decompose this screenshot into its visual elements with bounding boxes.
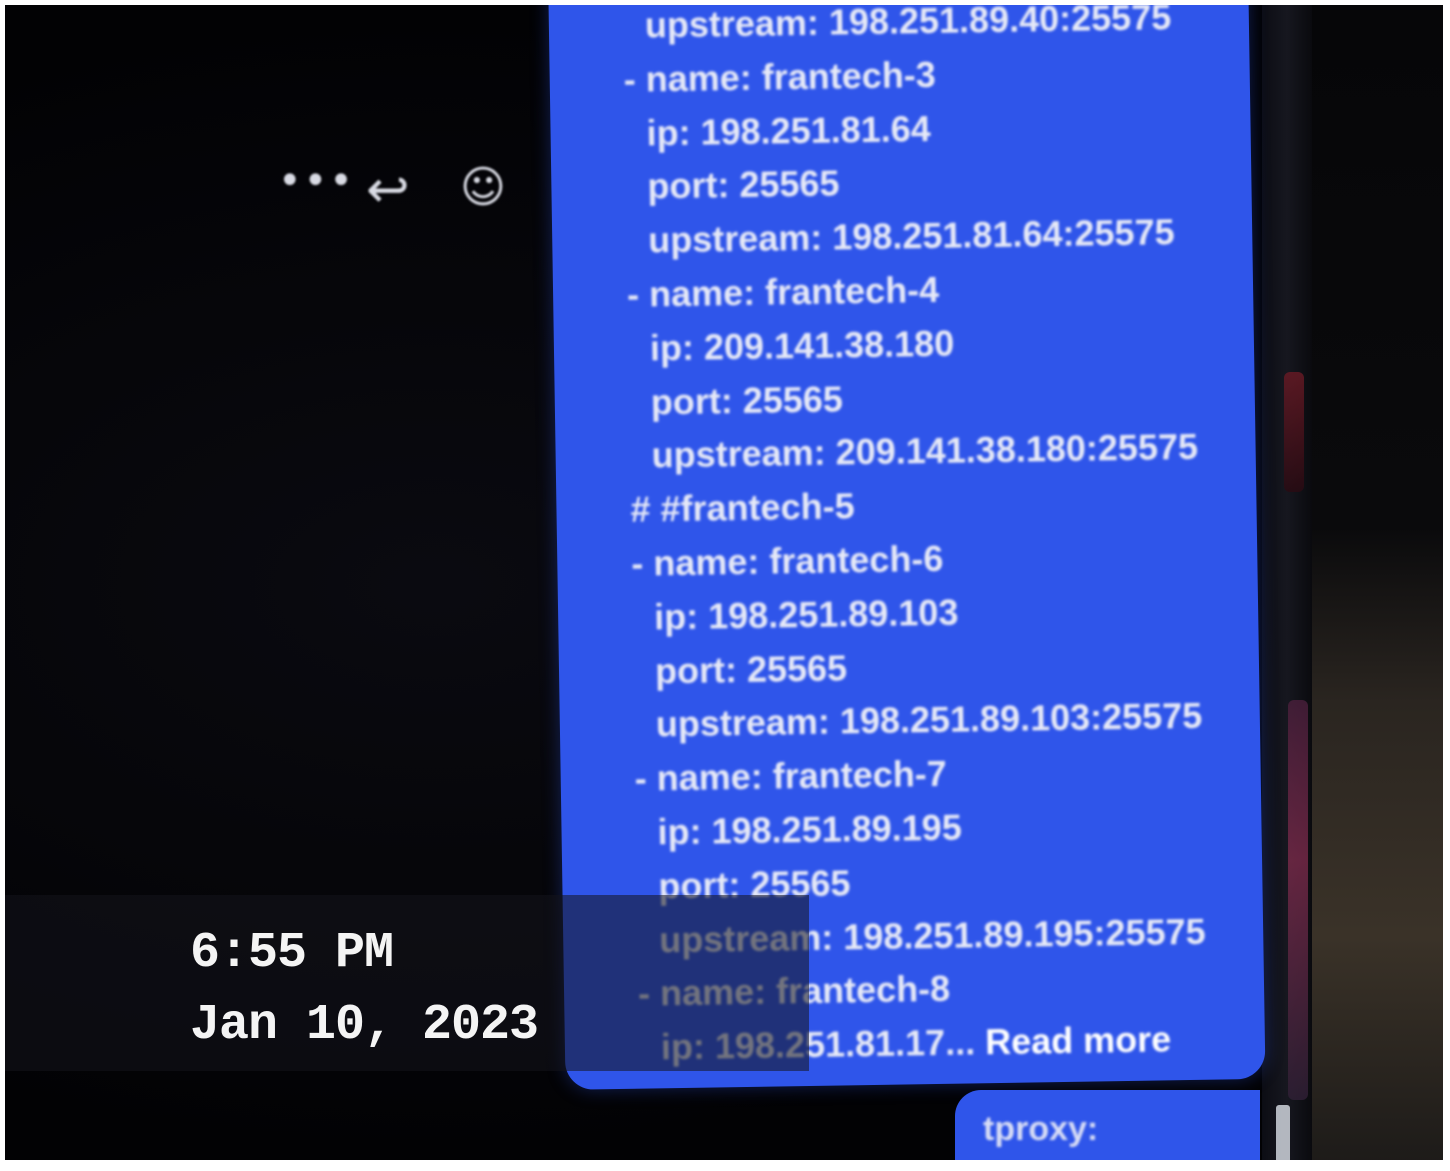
next-message-text: tproxy: xyxy=(983,1110,1099,1148)
message-line: - name: frantech-4 xyxy=(626,268,940,315)
more-icon[interactable]: ••• xyxy=(278,158,355,204)
message-line: - name: frantech-3 xyxy=(623,53,937,100)
frame-border-left xyxy=(0,0,5,1171)
edge-reflection xyxy=(1284,372,1304,492)
frame-border-right xyxy=(1443,0,1450,1171)
message-line: - name: frantech-7 xyxy=(634,752,948,799)
reply-icon[interactable]: ↩ xyxy=(366,160,410,220)
timestamp-date: Jan 10, 2023 xyxy=(190,997,539,1054)
message-line: - name: frantech-6 xyxy=(631,537,944,584)
timestamp-caption: 6:55 PM Jan 10, 2023 xyxy=(190,918,539,1062)
message-line: port: 25565 xyxy=(654,646,848,691)
frame-border-top xyxy=(0,0,1450,5)
message-line: upstream: 198.251.81.64:25575 xyxy=(647,211,1175,261)
message-line: ip: 209.141.38.180 xyxy=(649,322,955,369)
edge-reflection-lower xyxy=(1288,700,1308,1100)
next-message-bubble[interactable]: tproxy: xyxy=(955,1090,1260,1171)
message-line: port: 25565 xyxy=(647,162,840,207)
message-line: ip: 198.251.89.195 xyxy=(657,806,963,853)
message-line: upstream: 198.251.89.103:25575 xyxy=(655,695,1203,745)
timestamp-time: 6:55 PM xyxy=(190,925,394,982)
message-line: ip: 198.251.89.103 xyxy=(653,591,959,638)
add-reaction-icon[interactable]: ☺ xyxy=(460,162,506,213)
message-line: upstream: 209.141.38.180:25575 xyxy=(651,426,1199,476)
frame-border-bottom xyxy=(0,1160,1450,1171)
message-line: ip: 198.251.81.64 xyxy=(646,107,932,154)
video-frame: ••• ↩ ☺ upstream: 198.251.89.40:25575 - … xyxy=(0,0,1450,1171)
scrollbar-thumb[interactable] xyxy=(1276,1105,1290,1165)
background-right xyxy=(1310,0,1450,1171)
read-more-link[interactable]: Read more xyxy=(985,1018,1172,1062)
message-line: # #frantech-5 xyxy=(630,485,855,530)
message-line: port: 25565 xyxy=(650,378,844,423)
message-actions-toolbar: ••• ↩ ☺ xyxy=(270,158,540,220)
